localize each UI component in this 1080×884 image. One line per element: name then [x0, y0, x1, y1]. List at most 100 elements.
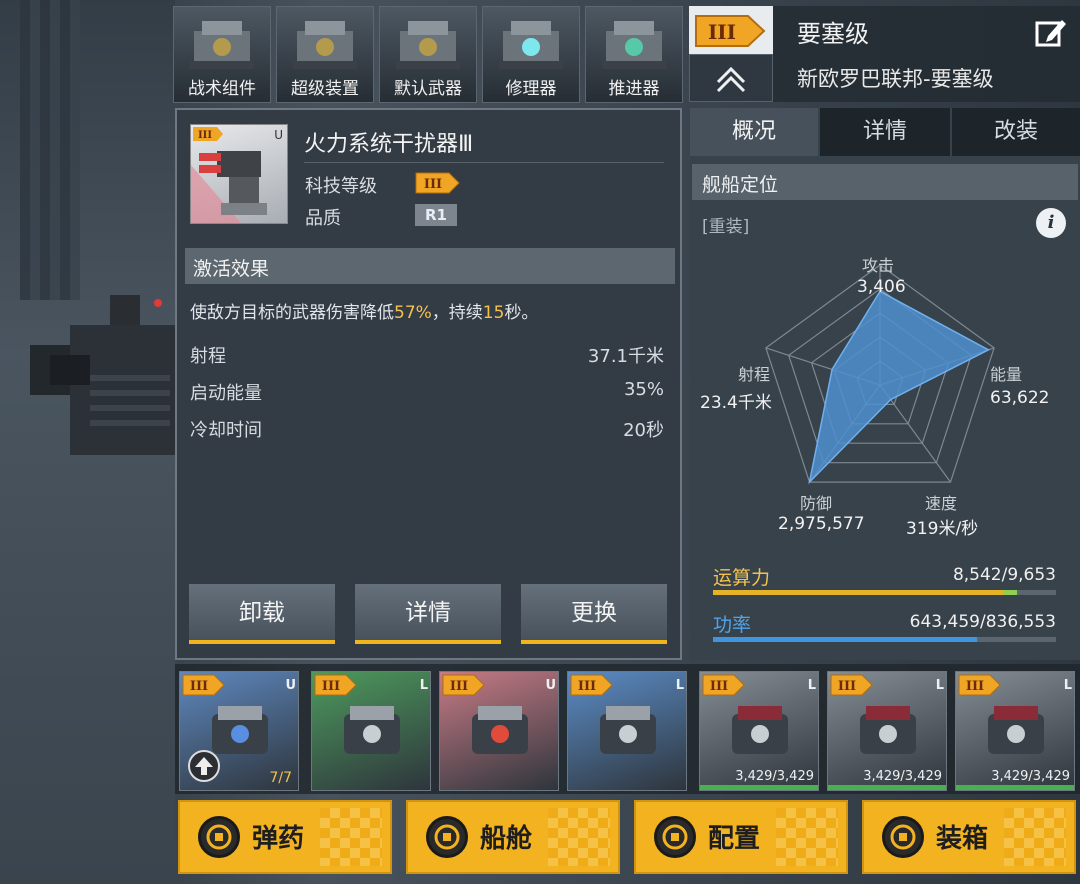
equipment-slot-3[interactable]: III L [567, 671, 687, 791]
category-label: 推进器 [608, 79, 660, 99]
repairer-icon [499, 21, 563, 69]
category-tab-3[interactable]: 修理器 [482, 6, 580, 103]
tab-overview[interactable]: 概况 [690, 108, 818, 156]
category-label: 战术组件 [188, 79, 256, 99]
slot-durability: 3,429/3,429 [863, 769, 942, 784]
radar-value-defense: 2,975,577 [778, 514, 865, 534]
radar-value-range: 23.4千米 [700, 393, 772, 413]
tab-detail[interactable]: 详情 [820, 108, 950, 156]
slot-side-label: L [675, 678, 684, 693]
ship-class-full-name: 新欧罗巴联邦-要塞级 [797, 67, 994, 91]
info-icon[interactable]: i [1036, 208, 1066, 238]
super-device-icon [293, 21, 357, 69]
category-tab-2[interactable]: 默认武器 [379, 6, 477, 103]
compute-label: 运算力 [713, 567, 771, 589]
default-weapon-icon [396, 21, 460, 69]
svg-text:III: III [710, 679, 728, 694]
equipment-slot-6[interactable]: III L 3,429/3,429 [955, 671, 1075, 791]
collapse-button[interactable] [689, 54, 773, 102]
stat-row-range: 射程 37.1千米 [190, 346, 664, 367]
slot-count: 7/7 [269, 770, 292, 786]
armor-module-icon [600, 706, 656, 754]
bottom-button-2[interactable]: 配置 [634, 800, 848, 874]
item-name: 火力系统干扰器Ⅲ [304, 132, 474, 157]
slot-side-label: L [935, 678, 944, 693]
detail-button[interactable]: 详情 [355, 584, 501, 644]
svg-text:III: III [424, 177, 442, 192]
tech-level-badge-icon: III [415, 172, 460, 194]
quality-badge: R1 [415, 204, 457, 226]
checker-pattern [1004, 808, 1066, 866]
thruster-icon [602, 21, 666, 69]
replace-button[interactable]: 更换 [521, 584, 667, 644]
ship-cannon-model [30, 295, 180, 455]
slot-durability: 3,429/3,429 [735, 769, 814, 784]
equipment-slot-0[interactable]: III U 7/7 [179, 671, 299, 791]
ammo-icon [198, 816, 240, 858]
radar-value-attack: 3,406 [857, 277, 906, 297]
slot-durability-bar [956, 785, 1074, 790]
svg-text:III: III [966, 679, 984, 694]
power-bar-fill [713, 637, 977, 642]
tier-badge-icon: III [958, 674, 1001, 696]
jammer-turret-icon: III [191, 127, 267, 223]
radar-label-range: 射程 [738, 365, 771, 384]
tech-level-label: 科技等级 [305, 176, 377, 197]
equipment-slot-5[interactable]: III L 3,429/3,429 [827, 671, 947, 791]
ship-class-name: 要塞级 [797, 20, 869, 48]
category-label: 默认武器 [394, 79, 462, 99]
device-box-icon [344, 706, 400, 754]
category-tab-0[interactable]: 战术组件 [173, 6, 271, 103]
checker-pattern [320, 808, 382, 866]
edit-icon[interactable] [1034, 16, 1068, 50]
compute-value: 8,542/9,653 [952, 565, 1056, 585]
cabin-icon [426, 816, 468, 858]
tier-badge-icon: III [830, 674, 873, 696]
crate-icon [882, 816, 924, 858]
equipment-slot-1[interactable]: III L [311, 671, 431, 791]
svg-text:III: III [578, 679, 596, 694]
radar-label-speed: 速度 [925, 494, 958, 513]
category-label: 超级装置 [291, 79, 359, 99]
upgrade-arrow-icon[interactable] [188, 750, 220, 782]
bottom-button-1[interactable]: 船舱 [406, 800, 620, 874]
bottom-button-label: 配置 [708, 824, 761, 854]
tier-badge-icon: III [695, 15, 766, 47]
power-value: 643,459/836,553 [909, 612, 1056, 632]
stat-row-cooldown: 冷却时间 20秒 [190, 420, 664, 441]
jammer-turret-icon [472, 706, 528, 754]
slot-side-label: L [807, 678, 816, 693]
missile-launcher-icon [732, 706, 788, 754]
unload-button[interactable]: 卸载 [189, 584, 335, 644]
tab-modify[interactable]: 改装 [952, 108, 1080, 156]
scene-structure [20, 0, 80, 300]
power-label: 功率 [713, 614, 752, 636]
category-tab-4[interactable]: 推进器 [585, 6, 683, 103]
equipment-slot-2[interactable]: III U [439, 671, 559, 791]
equipment-slot-4[interactable]: III L 3,429/3,429 [699, 671, 819, 791]
compute-bar-fill [713, 590, 1003, 595]
tier-badge-icon: III [442, 674, 485, 696]
svg-text:III: III [838, 679, 856, 694]
checker-pattern [548, 808, 610, 866]
slot-durability: 3,429/3,429 [991, 769, 1070, 784]
bottom-button-0[interactable]: 弹药 [178, 800, 392, 874]
missile-launcher-icon [860, 706, 916, 754]
radar-value-speed: 319米/秒 [906, 519, 979, 539]
bottom-button-3[interactable]: 装箱 [862, 800, 1076, 874]
svg-text:III: III [450, 679, 468, 694]
slot-side-label: L [1063, 678, 1072, 693]
compute-bar-tip [1002, 590, 1017, 595]
tier-badge-icon: III [314, 674, 357, 696]
missile-launcher-icon [988, 706, 1044, 754]
checker-pattern [776, 808, 838, 866]
svg-text:III: III [198, 130, 212, 141]
svg-text:III: III [190, 679, 208, 694]
slot-side-label: U [545, 678, 556, 693]
chevron-up-icon [716, 66, 746, 93]
ship-role-tag: [重装] [702, 217, 750, 237]
effect-header: 激活效果 [193, 258, 270, 280]
category-tab-1[interactable]: 超级装置 [276, 6, 374, 103]
item-thumbnail: III U [190, 124, 288, 224]
radar-label-attack: 攻击 [862, 256, 895, 275]
